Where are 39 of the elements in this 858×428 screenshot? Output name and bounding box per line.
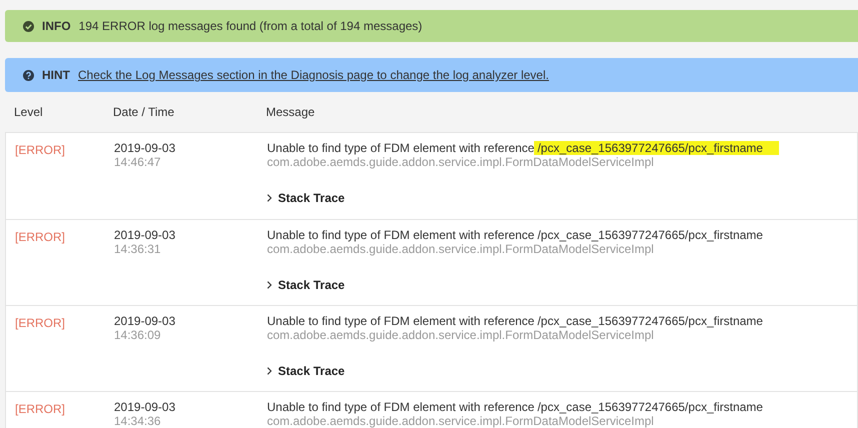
log-level: [ERROR] [15, 402, 66, 416]
column-header: Message [266, 105, 315, 119]
log-message: Unable to find type of FDM element with reference [267, 400, 534, 414]
banner-label: INFO [42, 18, 71, 35]
column-header: Level [14, 105, 43, 119]
log-date: 2019-09-03 [114, 314, 176, 328]
log-message: Unable to find type of FDM element with reference [267, 314, 534, 328]
log-level: [ERROR] [15, 143, 66, 157]
log-date: 2019-09-03 [114, 400, 176, 414]
log-message: Unable to find type of FDM element with reference [267, 228, 534, 242]
reference-path: /pcx_case_1563977247665/pcx_firstname [536, 228, 763, 242]
check-circle-icon [23, 20, 34, 32]
reference-path: /pcx_case_1563977247665/pcx_firstname [536, 314, 763, 328]
log-message: Unable to find type of FDM element with reference [267, 141, 534, 155]
column-header: Date / Time [113, 105, 174, 119]
stack-trace-toggle[interactable]: Stack Trace [267, 364, 345, 378]
log-time: 14:34:36 [114, 414, 162, 428]
stack-trace-toggle[interactable]: Stack Trace [267, 278, 345, 292]
log-date: 2019-09-03 [114, 228, 176, 242]
banner-label: HINT [42, 67, 70, 84]
log-source: com.adobe.aemds.guide.addon.service.impl.FormDataModelServiceImpl [267, 414, 654, 428]
chevron-right-icon [267, 367, 272, 375]
banner-text: 194 ERROR log messages found (from a total of 194 messages) [78, 18, 422, 35]
diagnosis-link[interactable]: Check the Log Messages section in the Diagnosis page to change the log analyzer level. [78, 66, 549, 84]
stack-trace-toggle[interactable]: Stack Trace [267, 191, 345, 205]
log-time: 14:46:47 [114, 155, 162, 169]
log-date: 2019-09-03 [114, 141, 176, 155]
log-source: com.adobe.aemds.guide.addon.service.impl.FormDataModelServiceImpl [267, 328, 654, 342]
log-time: 14:36:31 [114, 242, 162, 256]
reference-path: /pcx_case_1563977247665/pcx_firstname [534, 141, 779, 155]
help-circle-icon [23, 70, 34, 80]
reference-path: /pcx_case_1563977247665/pcx_firstname [536, 400, 763, 414]
chevron-right-icon [267, 281, 272, 289]
log-source: com.adobe.aemds.guide.addon.service.impl.FormDataModelServiceImpl [267, 155, 654, 169]
log-level: [ERROR] [15, 230, 66, 244]
log-source: com.adobe.aemds.guide.addon.service.impl.FormDataModelServiceImpl [267, 242, 654, 256]
log-level: [ERROR] [15, 316, 66, 330]
log-time: 14:36:09 [114, 328, 162, 342]
chevron-right-icon [267, 194, 272, 202]
